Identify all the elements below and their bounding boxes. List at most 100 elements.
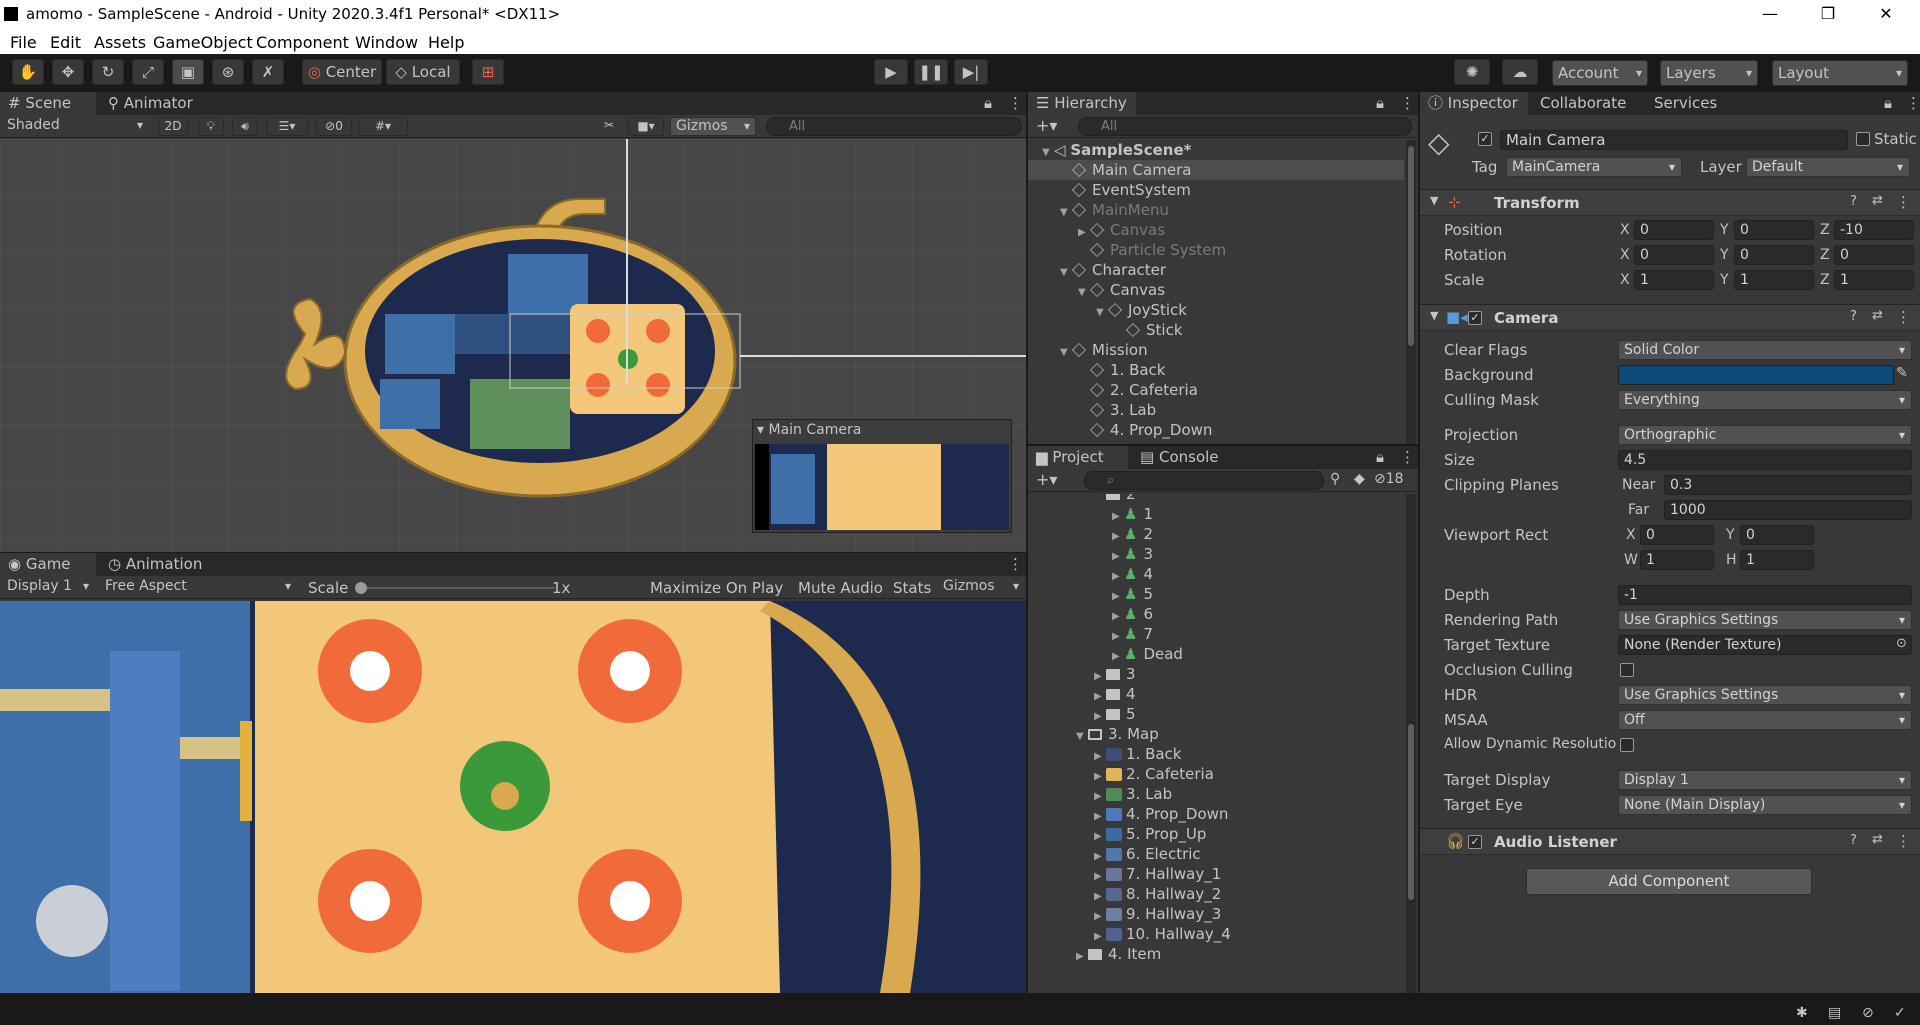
hierarchy-row[interactable]: ▼ Canvas bbox=[1028, 280, 1404, 300]
inspector-lock-icon[interactable]: 🔒︎ bbox=[1876, 92, 1896, 115]
audio-help-icon[interactable]: ? bbox=[1850, 833, 1857, 848]
transform-z-field[interactable]: 1 bbox=[1834, 270, 1914, 290]
transform-y-field[interactable]: 0 bbox=[1734, 220, 1814, 240]
hdr-dropdown[interactable]: Use Graphics Settings bbox=[1618, 685, 1912, 705]
transform-header[interactable]: ▼ ⊹ Transform ? ⇄ ⋮ bbox=[1420, 189, 1920, 216]
scene-canvas[interactable]: ▾ Main Camera bbox=[0, 139, 1026, 552]
grid-snap-icon[interactable]: ⊞ bbox=[472, 59, 504, 85]
account-dropdown[interactable]: Account bbox=[1552, 60, 1648, 86]
target-texture-field[interactable]: None (Render Texture) bbox=[1618, 635, 1912, 655]
tab-services[interactable]: Services bbox=[1646, 92, 1736, 115]
preset-icon[interactable]: ⇄ bbox=[1872, 193, 1883, 208]
transform-x-field[interactable]: 0 bbox=[1634, 245, 1714, 265]
hierarchy-row[interactable]: 3. Lab bbox=[1028, 400, 1404, 420]
occlusion-culling-checkbox[interactable] bbox=[1620, 663, 1634, 677]
project-row[interactable]: ▶ 8. Hallway_2 bbox=[1028, 884, 1404, 904]
game-gizmos-dropdown[interactable]: Gizmos bbox=[938, 578, 1024, 597]
cache-icon[interactable]: ▤ bbox=[1828, 1005, 1841, 1021]
play-button[interactable]: ▶ bbox=[874, 59, 908, 85]
hierarchy-row[interactable]: Particle System bbox=[1028, 240, 1404, 260]
project-row[interactable]: ▶ 4. Item bbox=[1028, 944, 1404, 964]
minimize-button[interactable]: — bbox=[1742, 0, 1798, 30]
project-menu-icon[interactable]: ⋮ bbox=[1392, 446, 1415, 469]
hidden-objects-toggle[interactable]: ⊘0 bbox=[316, 117, 352, 136]
menu-assets[interactable]: Assets bbox=[94, 33, 146, 52]
layout-dropdown[interactable]: Layout bbox=[1772, 60, 1908, 86]
axis-x-label[interactable]: X bbox=[1620, 222, 1630, 238]
axis-z-label[interactable]: Z bbox=[1820, 247, 1830, 263]
viewport-y-field[interactable]: 0 bbox=[1740, 525, 1814, 545]
project-row[interactable]: ▶ ♟ 1 bbox=[1028, 504, 1404, 524]
project-row[interactable]: ▶ 3. Lab bbox=[1028, 784, 1404, 804]
project-create-icon[interactable]: +▾ bbox=[1036, 470, 1057, 489]
menu-component[interactable]: Component bbox=[256, 33, 349, 52]
project-row[interactable]: ▶ ♟ 7 bbox=[1028, 624, 1404, 644]
custom-tool-icon[interactable]: ✗ bbox=[252, 59, 284, 85]
near-field[interactable]: 0.3 bbox=[1664, 475, 1912, 495]
transform-z-field[interactable]: 0 bbox=[1834, 245, 1914, 265]
rect-tool-icon[interactable]: ▣ bbox=[172, 59, 204, 85]
menu-file[interactable]: File bbox=[10, 33, 37, 52]
audio-preset-icon[interactable]: ⇄ bbox=[1872, 832, 1883, 847]
project-row[interactable]: ▶ 7. Hallway_1 bbox=[1028, 864, 1404, 884]
hidden-packages-toggle[interactable]: ⊘18 bbox=[1374, 471, 1404, 487]
hierarchy-row[interactable]: 1. Back bbox=[1028, 360, 1404, 380]
depth-field[interactable]: -1 bbox=[1618, 585, 1912, 605]
rotate-tool-icon[interactable]: ↻ bbox=[92, 59, 124, 85]
eyedropper-icon[interactable]: ✎ bbox=[1896, 365, 1908, 381]
game-panel-menu-icon[interactable]: ⋮ bbox=[1000, 553, 1023, 576]
transform-z-field[interactable]: -10 bbox=[1834, 220, 1914, 240]
hierarchy-row[interactable]: ▼ Mission bbox=[1028, 340, 1404, 360]
lighting-icon[interactable]: 💡︎ bbox=[198, 117, 224, 136]
display-dropdown[interactable]: Display 1 bbox=[2, 578, 94, 597]
scale-slider[interactable] bbox=[355, 582, 555, 594]
project-row[interactable]: ▶ 5 bbox=[1028, 704, 1404, 724]
viewport-w-field[interactable]: 1 bbox=[1640, 550, 1714, 570]
project-row[interactable]: ▶ 1. Back bbox=[1028, 744, 1404, 764]
help-icon[interactable]: ? bbox=[1850, 194, 1857, 209]
hierarchy-row[interactable]: ▼ Character bbox=[1028, 260, 1404, 280]
project-row[interactable]: ▶ 4 bbox=[1028, 684, 1404, 704]
panel-menu-icon[interactable]: ⋮ bbox=[1000, 92, 1023, 115]
collab-sun-icon[interactable]: ✺ bbox=[1454, 59, 1490, 85]
camera-settings-icon[interactable]: ■▾ bbox=[628, 117, 664, 136]
project-row[interactable]: ▶ ♟ 4 bbox=[1028, 564, 1404, 584]
axis-y-label[interactable]: Y bbox=[1720, 222, 1729, 238]
layers-dropdown[interactable]: Layers bbox=[1660, 60, 1758, 86]
dynamic-resolution-checkbox[interactable] bbox=[1620, 738, 1634, 752]
hierarchy-row[interactable]: ▼ ◁ SampleScene* bbox=[1028, 140, 1404, 160]
far-field[interactable]: 1000 bbox=[1664, 500, 1912, 520]
project-row[interactable]: ▶ 9. Hallway_3 bbox=[1028, 904, 1404, 924]
project-row[interactable]: ▶ 10. Hallway_4 bbox=[1028, 924, 1404, 944]
scale-tool-icon[interactable]: ⤢ bbox=[132, 59, 164, 85]
camera-enabled-checkbox[interactable]: ✓ bbox=[1468, 311, 1482, 325]
axis-x-label[interactable]: X bbox=[1620, 272, 1630, 288]
move-tool-icon[interactable]: ✥ bbox=[52, 59, 84, 85]
tab-collaborate[interactable]: Collaborate bbox=[1532, 92, 1642, 115]
hand-tool-icon[interactable]: ✋ bbox=[12, 59, 44, 85]
hierarchy-menu-icon[interactable]: ⋮ bbox=[1392, 92, 1415, 115]
hierarchy-row[interactable]: ▶ Canvas bbox=[1028, 220, 1404, 240]
project-search-input[interactable]: ⌕ bbox=[1084, 471, 1324, 490]
pivot-center-toggle[interactable]: ◎ Center bbox=[302, 59, 382, 85]
viewport-x-field[interactable]: 0 bbox=[1640, 525, 1714, 545]
hierarchy-row[interactable]: ▼ MainMenu bbox=[1028, 200, 1404, 220]
size-field[interactable]: 4.5 bbox=[1618, 450, 1912, 470]
menu-help[interactable]: Help bbox=[428, 33, 464, 52]
hierarchy-lock-icon[interactable]: 🔒︎ bbox=[1368, 92, 1388, 115]
object-picker-icon[interactable]: ⊙ bbox=[1896, 636, 1907, 651]
filter-label-icon[interactable]: ◆ bbox=[1354, 471, 1365, 487]
pause-button[interactable]: ❚❚ bbox=[914, 59, 948, 85]
hierarchy-row[interactable]: Stick bbox=[1028, 320, 1404, 340]
progress-check-icon[interactable]: ✓ bbox=[1894, 1005, 1906, 1021]
close-button[interactable]: ✕ bbox=[1858, 0, 1914, 30]
culling-mask-dropdown[interactable]: Everything bbox=[1618, 390, 1912, 410]
add-component-button[interactable]: Add Component bbox=[1526, 868, 1812, 895]
shading-dropdown[interactable]: Shaded bbox=[2, 117, 148, 136]
axis-x-label[interactable]: X bbox=[1620, 247, 1630, 263]
static-checkbox[interactable] bbox=[1856, 132, 1870, 146]
tag-dropdown[interactable]: MainCamera bbox=[1506, 157, 1682, 177]
project-row[interactable]: ▶ ♟ Dead bbox=[1028, 644, 1404, 664]
tools-icon[interactable]: ✂ bbox=[596, 117, 622, 136]
mute-audio-toggle[interactable]: Mute Audio bbox=[798, 579, 883, 597]
